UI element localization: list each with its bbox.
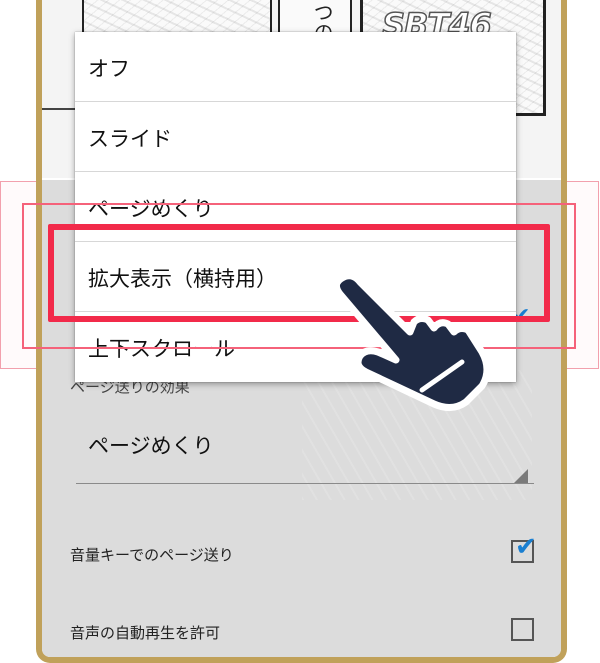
checkmark-icon: ✔ xyxy=(515,532,537,562)
menu-item-label: オフ xyxy=(88,57,130,81)
dropdown-underline xyxy=(76,483,534,484)
audio-autoplay-row[interactable]: 音声の自動再生を許可 xyxy=(70,612,540,652)
volume-key-page-turn-row[interactable]: 音量キーでのページ送り ✔ xyxy=(70,534,540,574)
frame-top-edge xyxy=(36,0,567,6)
menu-item-slide[interactable]: スライド xyxy=(75,102,516,172)
volume-key-page-turn-label: 音量キーでのページ送り xyxy=(70,546,234,564)
audio-autoplay-label: 音声の自動再生を許可 xyxy=(70,624,221,642)
pointing-hand-icon xyxy=(333,272,491,411)
dropdown-corner-icon xyxy=(514,469,528,483)
menu-item-label: スライド xyxy=(88,127,172,151)
page-effect-dropdown[interactable]: ページめくり xyxy=(88,430,214,460)
volume-key-page-turn-checkbox[interactable]: ✔ xyxy=(511,534,537,563)
menu-item-off[interactable]: オフ xyxy=(75,32,516,102)
audio-autoplay-checkbox[interactable] xyxy=(511,618,534,641)
